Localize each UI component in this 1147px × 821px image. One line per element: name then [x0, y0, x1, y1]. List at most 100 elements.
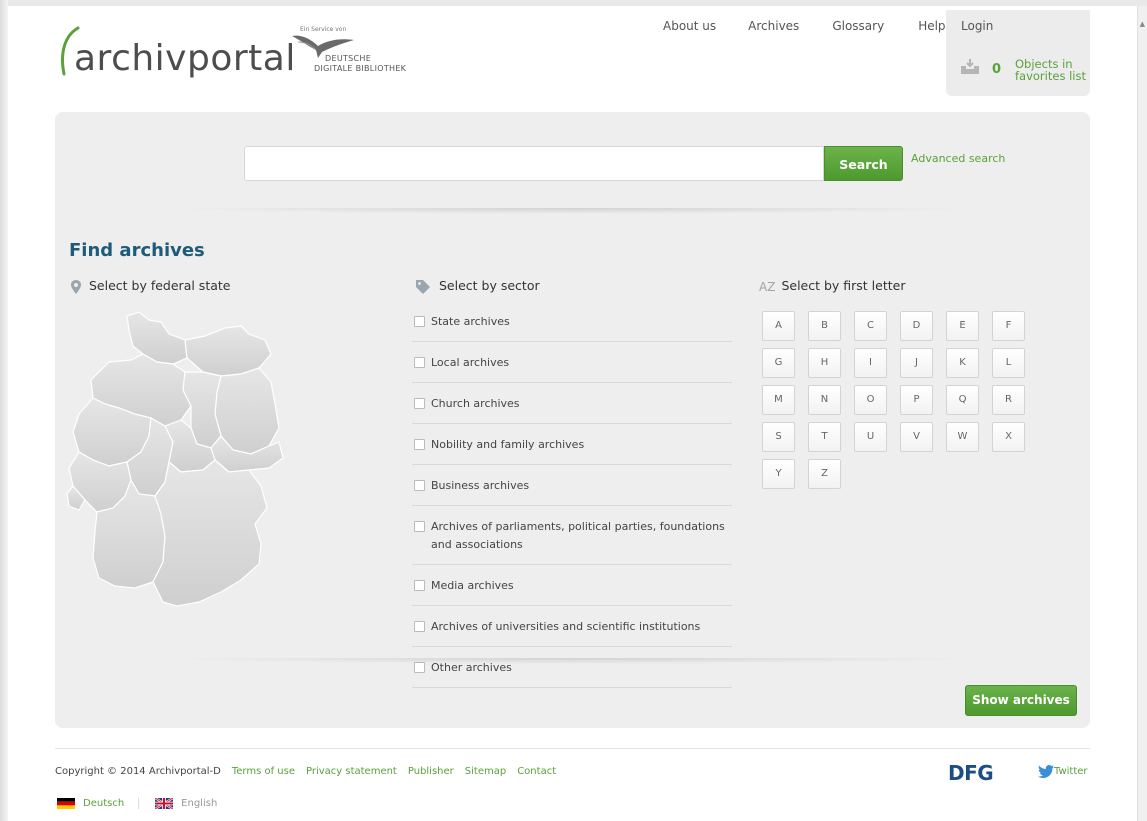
letter-button-m[interactable]: M: [762, 385, 795, 415]
letter-button-k[interactable]: K: [946, 348, 979, 378]
find-archives-title: Find archives: [69, 240, 205, 261]
letter-button-t[interactable]: T: [808, 422, 841, 452]
nav-help[interactable]: Help: [918, 19, 945, 33]
letter-button-i[interactable]: I: [854, 348, 887, 378]
letter-button-g[interactable]: G: [762, 348, 795, 378]
letter-button-w[interactable]: W: [946, 422, 979, 452]
sector-checkbox[interactable]: [414, 621, 425, 632]
sector-item-label: Business archives: [431, 479, 530, 492]
letter-button-s[interactable]: S: [762, 422, 795, 452]
footer-link-privacy[interactable]: Privacy statement: [306, 766, 397, 777]
sector-item[interactable]: Church archives: [412, 383, 732, 424]
federal-state-heading: Select by federal state: [71, 278, 230, 294]
search-button[interactable]: Search: [824, 146, 903, 181]
show-archives-button[interactable]: Show archives: [965, 685, 1077, 716]
letter-button-r[interactable]: R: [992, 385, 1025, 415]
letter-button-c[interactable]: C: [854, 311, 887, 341]
language-switcher: Deutsch English: [57, 798, 217, 809]
lang-english[interactable]: English: [155, 798, 217, 809]
letter-button-f[interactable]: F: [992, 311, 1025, 341]
sector-item-label: Nobility and family archives: [431, 438, 585, 451]
copyright-text: Copyright © 2014 Archivportal-D: [55, 766, 221, 777]
scroll-up-icon[interactable]: ▲: [1140, 20, 1145, 28]
window-left-edge: [0, 0, 8, 821]
sector-item[interactable]: State archives: [412, 305, 732, 342]
sector-item[interactable]: Archives of parliaments, political parti…: [412, 506, 732, 565]
footer-link-contact[interactable]: Contact: [517, 766, 556, 777]
favorites-tray-icon[interactable]: [959, 58, 981, 76]
letter-button-p[interactable]: P: [900, 385, 933, 415]
sector-item-label: State archives: [431, 315, 510, 328]
federal-state-label: Select by federal state: [89, 278, 231, 293]
letter-button-l[interactable]: L: [992, 348, 1025, 378]
letter-button-e[interactable]: E: [946, 311, 979, 341]
state-bavaria[interactable]: [152, 459, 268, 607]
sector-list: State archives Local archives Church arc…: [412, 305, 732, 688]
letter-button-j[interactable]: J: [900, 348, 933, 378]
search-input[interactable]: [244, 146, 824, 181]
lang-english-label: English: [181, 798, 218, 809]
sector-checkbox[interactable]: [414, 439, 425, 450]
twitter-link[interactable]: Twitter: [1038, 765, 1088, 778]
footer-divider: [55, 748, 1090, 749]
top-navigation: About us Archives Glossary Help: [663, 19, 978, 33]
sector-item[interactable]: Other archives: [412, 647, 732, 688]
sector-item[interactable]: Local archives: [412, 342, 732, 383]
login-link[interactable]: Login: [961, 19, 993, 33]
advanced-search-link[interactable]: Advanced search: [911, 152, 1005, 165]
nav-archives[interactable]: Archives: [748, 19, 799, 33]
letter-button-h[interactable]: H: [808, 348, 841, 378]
dfg-logo[interactable]: DFG: [948, 761, 994, 785]
letter-button-u[interactable]: U: [854, 422, 887, 452]
german-flag-icon: [57, 798, 75, 809]
sector-item-label: Archives of parliaments, political parti…: [431, 520, 725, 551]
sector-checkbox[interactable]: [414, 480, 425, 491]
sector-checkbox[interactable]: [414, 316, 425, 327]
uk-flag-icon: [155, 798, 174, 809]
sector-item[interactable]: Media archives: [412, 565, 732, 606]
lang-deutsch[interactable]: Deutsch: [57, 798, 140, 809]
letter-button-z[interactable]: Z: [808, 459, 841, 489]
nav-about-us[interactable]: About us: [663, 19, 716, 33]
sector-checkbox[interactable]: [414, 580, 425, 591]
search-panel: Search Advanced search Find archives Sel…: [55, 112, 1090, 728]
sector-item-label: Archives of universities and scientific …: [431, 620, 701, 633]
letter-grid: A B C D E F G H I J K L M N O P Q R S T …: [762, 311, 1042, 496]
germany-map[interactable]: [65, 310, 295, 615]
sector-checkbox[interactable]: [414, 398, 425, 409]
sector-checkbox[interactable]: [414, 521, 425, 532]
ddb-logo[interactable]: Ein Service von DEUTSCHE DIGITALE BIBLIO…: [288, 24, 428, 84]
az-icon: AZ: [759, 279, 776, 294]
nav-glossary[interactable]: Glossary: [832, 19, 884, 33]
letter-button-d[interactable]: D: [900, 311, 933, 341]
first-letter-label: Select by first letter: [781, 278, 906, 293]
sector-item[interactable]: Nobility and family archives: [412, 424, 732, 465]
footer-link-publisher[interactable]: Publisher: [408, 766, 454, 777]
letter-button-y[interactable]: Y: [762, 459, 795, 489]
sector-checkbox[interactable]: [414, 357, 425, 368]
letter-button-n[interactable]: N: [808, 385, 841, 415]
sector-item-label: Church archives: [431, 397, 520, 410]
letter-button-b[interactable]: B: [808, 311, 841, 341]
letter-button-v[interactable]: V: [900, 422, 933, 452]
letter-button-a[interactable]: A: [762, 311, 795, 341]
ddb-name-line2: DIGITALE BIBLIOTHEK: [314, 64, 407, 73]
letter-button-o[interactable]: O: [854, 385, 887, 415]
footer-links: Copyright © 2014 Archivportal-D Terms of…: [55, 766, 556, 777]
footer-link-sitemap[interactable]: Sitemap: [465, 766, 506, 777]
letter-button-x[interactable]: X: [992, 422, 1025, 452]
favorites-label[interactable]: Objects in favorites list: [1015, 58, 1090, 82]
state-schleswig-holstein[interactable]: [126, 311, 188, 365]
vertical-scrollbar[interactable]: ▲: [1137, 6, 1147, 821]
first-letter-heading: AZ Select by first letter: [759, 278, 905, 294]
sector-item-label: Media archives: [431, 579, 514, 592]
sector-item[interactable]: Archives of universities and scientific …: [412, 606, 732, 647]
sector-item[interactable]: Business archives: [412, 465, 732, 506]
sector-item-label: Local archives: [431, 356, 510, 369]
favorites-count[interactable]: 0: [992, 62, 1001, 77]
footer-link-terms[interactable]: Terms of use: [232, 766, 295, 777]
logo-text: archivportal: [74, 38, 296, 79]
login-favorites-box: Login 0 Objects in favorites list: [946, 10, 1090, 96]
divider: [165, 208, 980, 214]
letter-button-q[interactable]: Q: [946, 385, 979, 415]
